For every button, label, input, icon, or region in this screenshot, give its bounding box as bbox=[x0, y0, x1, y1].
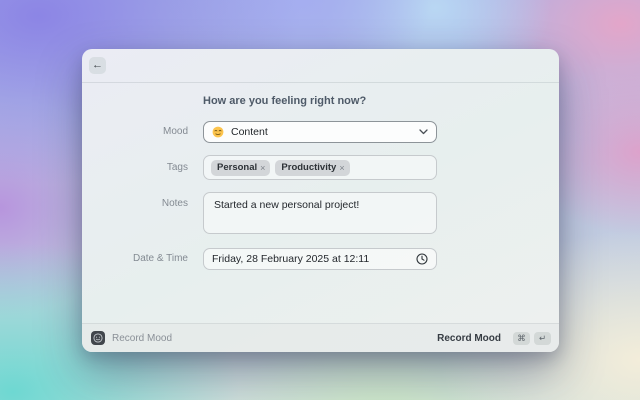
datetime-input[interactable]: Friday, 28 February 2025 at 12:11 bbox=[203, 248, 437, 270]
tags-input[interactable]: Personal × Productivity × bbox=[203, 155, 437, 180]
datetime-label: Date & Time bbox=[132, 253, 188, 264]
return-key-icon: ↵ bbox=[534, 331, 551, 345]
window-footer: Record Mood Record Mood ⌘ ↵ bbox=[82, 323, 559, 352]
clock-icon[interactable] bbox=[416, 253, 428, 265]
command-key-icon: ⌘ bbox=[513, 331, 530, 345]
mood-emoji-icon bbox=[212, 126, 224, 138]
mood-dropdown[interactable]: Content bbox=[203, 121, 437, 143]
notes-textarea[interactable]: Started a new personal project! bbox=[203, 192, 437, 234]
tag-remove-icon[interactable]: × bbox=[339, 163, 344, 173]
footer-app-name: Record Mood bbox=[112, 332, 173, 344]
mood-selected-value: Content bbox=[231, 126, 268, 138]
record-mood-window: ← How are you feeling right now? Mood Co… bbox=[82, 49, 559, 352]
datetime-value: Friday, 28 February 2025 at 12:11 bbox=[212, 253, 370, 265]
tag-chip-text: Personal bbox=[217, 162, 258, 173]
app-smiley-icon bbox=[91, 331, 105, 345]
tag-chip: Personal × bbox=[211, 159, 271, 176]
record-mood-action-label: Record Mood bbox=[437, 332, 501, 344]
record-mood-action[interactable]: Record Mood ⌘ ↵ bbox=[437, 331, 551, 345]
form-title: How are you feeling right now? bbox=[203, 95, 367, 107]
chevron-down-icon bbox=[419, 129, 428, 135]
notes-label: Notes bbox=[161, 198, 188, 209]
tag-remove-icon[interactable]: × bbox=[260, 163, 265, 173]
back-button[interactable]: ← bbox=[89, 57, 106, 74]
mood-label: Mood bbox=[162, 126, 188, 137]
tags-label: Tags bbox=[166, 162, 188, 173]
window-header: ← bbox=[82, 49, 559, 83]
tag-chip-text: Productivity bbox=[281, 162, 337, 173]
tag-chip: Productivity × bbox=[275, 159, 350, 176]
